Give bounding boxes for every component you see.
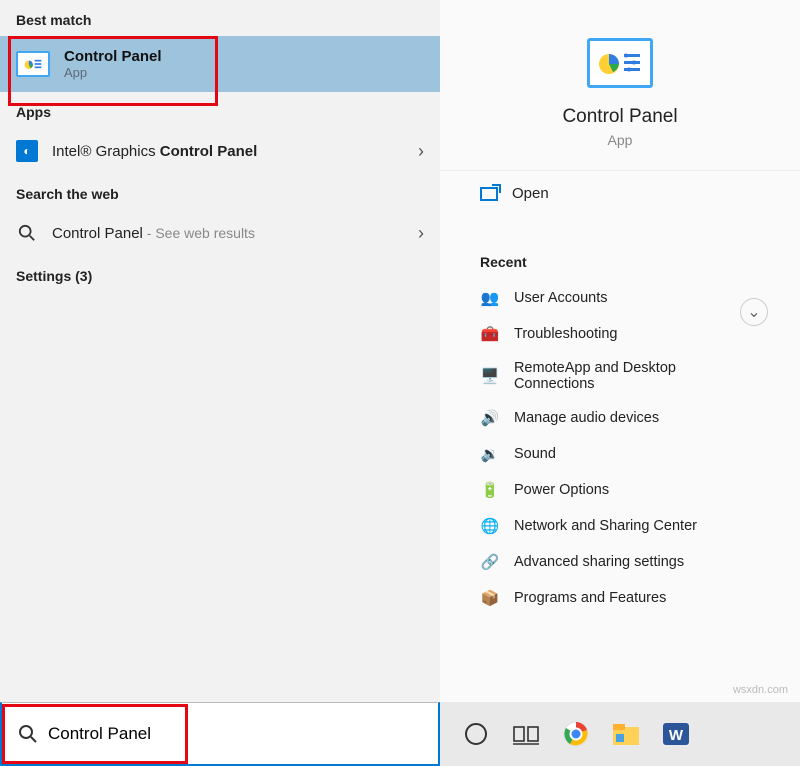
recent-item-power-options[interactable]: 🔋Power Options (480, 472, 760, 508)
preview-subtitle: App (456, 132, 784, 148)
audio-devices-icon: 🔊 (480, 408, 500, 428)
open-icon (480, 187, 498, 201)
preview-header-block: Control Panel App (440, 0, 800, 171)
recent-item-user-accounts[interactable]: 👥User Accounts (480, 280, 760, 316)
recent-item-programs-features[interactable]: 📦Programs and Features (480, 580, 760, 616)
troubleshooting-icon: 🧰 (480, 324, 500, 344)
recent-item-sound[interactable]: 🔉Sound (480, 436, 760, 472)
recent-item-remoteapp[interactable]: 🖥️RemoteApp and Desktop Connections (480, 352, 760, 400)
recent-item-troubleshooting[interactable]: 🧰Troubleshooting (480, 316, 760, 352)
search-icon (16, 222, 38, 244)
open-action[interactable]: Open (440, 171, 800, 216)
preview-panel: Control Panel App Open ⌄ Recent 👥User Ac… (440, 0, 800, 702)
web-result-item[interactable]: Control Panel - See web results › (0, 210, 440, 256)
sound-icon: 🔉 (480, 444, 500, 464)
open-label: Open (512, 185, 549, 202)
web-result-label: Control Panel - See web results (52, 225, 255, 242)
user-accounts-icon: 👥 (480, 288, 500, 308)
network-icon: 🌐 (480, 516, 500, 536)
chrome-icon[interactable] (560, 718, 592, 750)
apps-result-label: Intel® Graphics Control Panel (52, 143, 257, 160)
word-icon[interactable]: W (660, 718, 692, 750)
best-match-header: Best match (0, 0, 440, 36)
preview-title: Control Panel (456, 106, 784, 128)
control-panel-icon (16, 51, 50, 77)
recent-list: 👥User Accounts 🧰Troubleshooting 🖥️Remote… (440, 280, 800, 616)
svg-text:W: W (669, 727, 684, 744)
best-match-subtitle: App (64, 65, 162, 80)
control-panel-large-icon (587, 38, 653, 88)
taskbar: W (440, 702, 800, 766)
intel-graphics-icon: ◐ (16, 140, 38, 162)
search-box[interactable] (0, 702, 440, 766)
task-view-icon[interactable] (510, 718, 542, 750)
cortana-icon[interactable] (460, 718, 492, 750)
recent-header: Recent (440, 216, 800, 280)
search-results-panel: Best match Control Panel App Apps ◐ Inte… (0, 0, 440, 702)
apps-header: Apps (0, 92, 440, 128)
file-explorer-icon[interactable] (610, 718, 642, 750)
settings-header[interactable]: Settings (3) (0, 256, 440, 296)
chevron-right-icon: › (418, 223, 424, 244)
advanced-sharing-icon: 🔗 (480, 552, 500, 572)
recent-item-advanced-sharing[interactable]: 🔗Advanced sharing settings (480, 544, 760, 580)
best-match-title: Control Panel (64, 48, 162, 65)
search-icon (18, 724, 38, 744)
recent-item-network-sharing[interactable]: 🌐Network and Sharing Center (480, 508, 760, 544)
programs-features-icon: 📦 (480, 588, 500, 608)
power-options-icon: 🔋 (480, 480, 500, 500)
best-match-result[interactable]: Control Panel App (0, 36, 440, 92)
chevron-right-icon: › (418, 141, 424, 162)
remoteapp-icon: 🖥️ (480, 366, 500, 386)
search-input[interactable] (48, 724, 422, 744)
recent-item-audio-devices[interactable]: 🔊Manage audio devices (480, 400, 760, 436)
apps-result-item[interactable]: ◐ Intel® Graphics Control Panel › (0, 128, 440, 174)
watermark: wsxdn.com (733, 684, 788, 696)
search-web-header: Search the web (0, 174, 440, 210)
chevron-down-icon[interactable]: ⌄ (740, 298, 768, 326)
